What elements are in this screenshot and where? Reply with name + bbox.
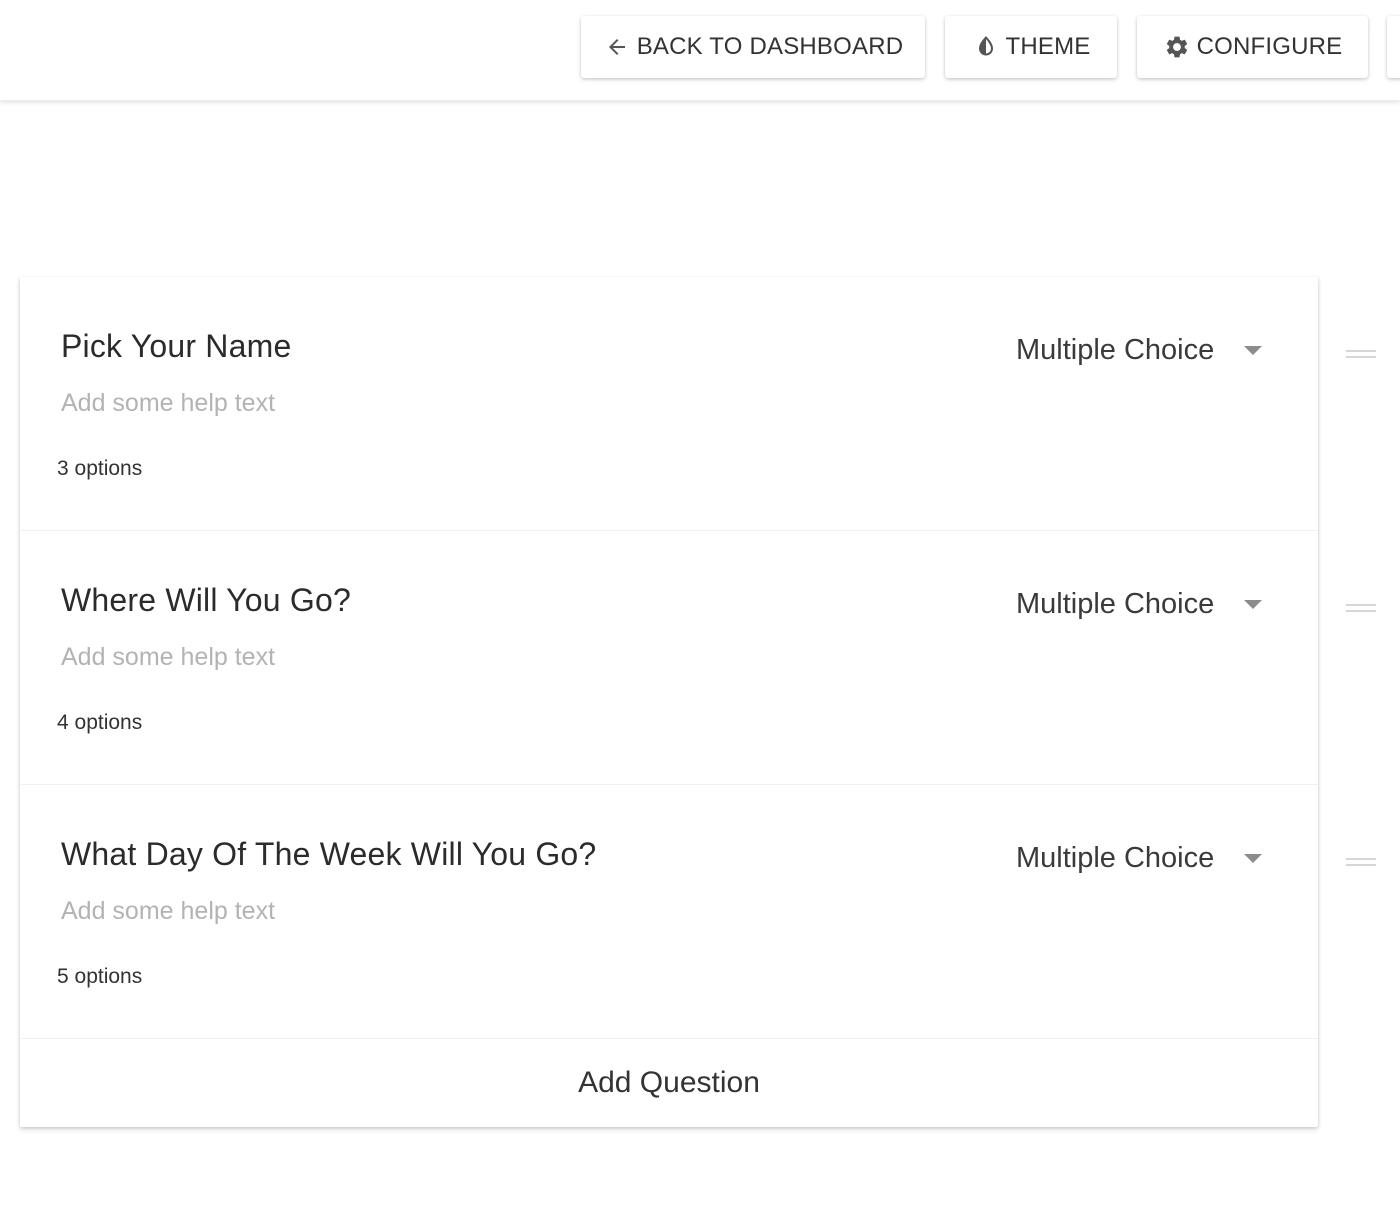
question-type-select[interactable]: Multiple Choice bbox=[1016, 330, 1276, 370]
theme-label: THEME bbox=[1005, 33, 1091, 60]
top-toolbar: BACK TO DASHBOARD THEME CONFIGURE bbox=[0, 0, 1400, 101]
help-text-field[interactable]: Add some help text bbox=[61, 643, 275, 672]
question-row[interactable]: Pick Your Name Add some help text 3 opti… bbox=[20, 277, 1318, 531]
more-button[interactable] bbox=[1387, 16, 1400, 78]
back-to-dashboard-button[interactable]: BACK TO DASHBOARD bbox=[581, 16, 925, 78]
gear-icon bbox=[1163, 33, 1191, 61]
questions-card: Pick Your Name Add some help text 3 opti… bbox=[20, 277, 1318, 1127]
arrow-left-icon bbox=[603, 33, 631, 61]
question-title[interactable]: What Day Of The Week Will You Go? bbox=[61, 836, 596, 873]
question-row[interactable]: What Day Of The Week Will You Go? Add so… bbox=[20, 785, 1318, 1039]
configure-label: CONFIGURE bbox=[1196, 33, 1343, 60]
caret-down-icon bbox=[1244, 854, 1262, 863]
question-type-select[interactable]: Multiple Choice bbox=[1016, 584, 1276, 624]
question-title[interactable]: Where Will You Go? bbox=[61, 582, 351, 619]
question-type-label: Multiple Choice bbox=[1016, 333, 1215, 366]
drag-handle-icon[interactable] bbox=[1346, 604, 1376, 614]
caret-down-icon bbox=[1244, 346, 1262, 355]
contrast-drop-icon bbox=[972, 33, 1000, 61]
question-title[interactable]: Pick Your Name bbox=[61, 328, 291, 365]
question-type-select[interactable]: Multiple Choice bbox=[1016, 838, 1276, 878]
options-count: 3 options bbox=[57, 457, 143, 480]
question-row[interactable]: Where Will You Go? Add some help text 4 … bbox=[20, 531, 1318, 785]
options-count: 4 options bbox=[57, 711, 143, 734]
question-type-label: Multiple Choice bbox=[1016, 587, 1215, 620]
caret-down-icon bbox=[1244, 600, 1262, 609]
help-text-field[interactable]: Add some help text bbox=[61, 897, 275, 926]
theme-button[interactable]: THEME bbox=[945, 16, 1117, 78]
add-question-button[interactable]: Add Question bbox=[20, 1039, 1318, 1127]
help-text-field[interactable]: Add some help text bbox=[61, 389, 275, 418]
drag-handle-icon[interactable] bbox=[1346, 858, 1376, 868]
configure-button[interactable]: CONFIGURE bbox=[1137, 16, 1368, 78]
question-type-label: Multiple Choice bbox=[1016, 841, 1215, 874]
options-count: 5 options bbox=[57, 965, 143, 988]
drag-handle-icon[interactable] bbox=[1346, 350, 1376, 360]
back-to-dashboard-label: BACK TO DASHBOARD bbox=[636, 33, 904, 60]
